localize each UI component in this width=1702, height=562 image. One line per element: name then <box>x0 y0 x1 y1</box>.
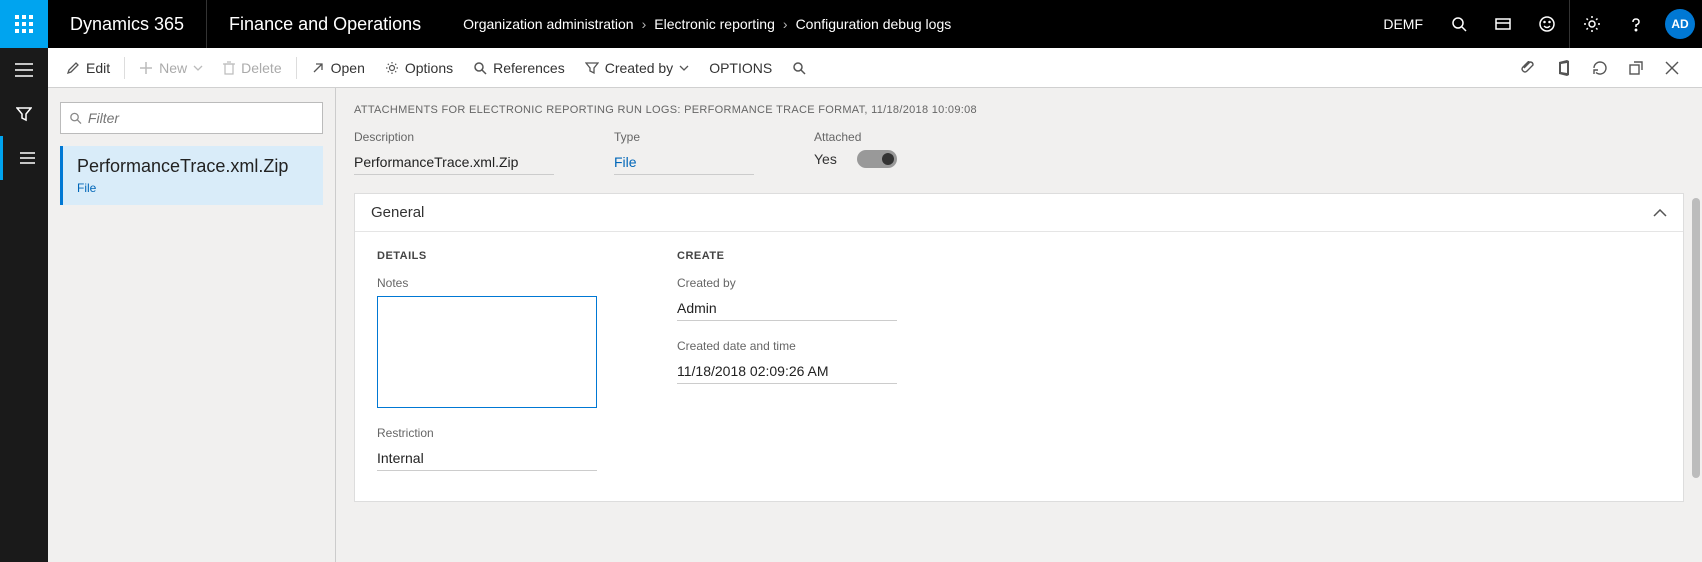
breadcrumb-item[interactable]: Organization administration <box>463 16 633 32</box>
options-label: Options <box>405 60 453 76</box>
created-dt-value: 11/18/2018 02:09:26 AM <box>677 359 897 384</box>
create-column: CREATE Created by Admin Created date and… <box>677 250 897 471</box>
hamburger-icon[interactable] <box>0 48 48 92</box>
help-icon[interactable] <box>1614 0 1658 48</box>
list-item-subtitle: File <box>77 181 309 195</box>
filter-pane-icon[interactable] <box>0 92 48 136</box>
general-card-header[interactable]: General <box>355 194 1683 232</box>
scrollbar[interactable] <box>1692 198 1700 478</box>
close-icon[interactable] <box>1656 52 1688 84</box>
create-section-title: CREATE <box>677 250 897 262</box>
search-icon[interactable] <box>1437 0 1481 48</box>
details-section-title: DETAILS <box>377 250 597 262</box>
side-panel: PerformanceTrace.xml.Zip File <box>48 88 336 562</box>
action-separator <box>124 57 125 79</box>
attached-label: Attached <box>814 130 897 144</box>
chevron-down-icon <box>679 65 689 71</box>
new-label: New <box>159 60 187 76</box>
open-button[interactable]: Open <box>301 48 375 88</box>
action-bar: Edit New Delete Open Options References … <box>48 48 1702 88</box>
task-recorder-icon[interactable] <box>1481 0 1525 48</box>
description-field: Description PerformanceTrace.xml.Zip <box>354 130 554 175</box>
restriction-label: Restriction <box>377 426 597 440</box>
toggle-knob <box>882 153 894 165</box>
delete-label: Delete <box>241 60 281 76</box>
list-pane-icon[interactable] <box>0 136 48 180</box>
company-picker[interactable]: DEMF <box>1369 0 1437 48</box>
user-avatar[interactable]: AD <box>1658 0 1702 48</box>
filter-box[interactable] <box>60 102 323 134</box>
attached-field: Attached Yes <box>814 130 897 175</box>
breadcrumb-sep: › <box>642 16 647 32</box>
refresh-icon[interactable] <box>1584 52 1616 84</box>
restriction-block: Restriction Internal <box>377 426 597 471</box>
type-field: Type File <box>614 130 754 175</box>
attachments-icon[interactable] <box>1512 52 1544 84</box>
header-fields: Description PerformanceTrace.xml.Zip Typ… <box>354 130 1684 175</box>
created-dt-label: Created date and time <box>677 339 897 353</box>
options-caps-label: OPTIONS <box>709 60 772 76</box>
action-separator <box>296 57 297 79</box>
gear-icon[interactable] <box>1570 0 1614 48</box>
find-button[interactable] <box>782 48 816 88</box>
references-label: References <box>493 60 565 76</box>
action-bar-right <box>1512 52 1694 84</box>
created-by-label: Created by <box>605 60 673 76</box>
breadcrumb: Organization administration › Electronic… <box>443 16 1369 32</box>
office-icon[interactable] <box>1548 52 1580 84</box>
references-button[interactable]: References <box>463 48 575 88</box>
module-name: Finance and Operations <box>207 14 443 35</box>
open-label: Open <box>331 60 365 76</box>
popout-icon[interactable] <box>1620 52 1652 84</box>
delete-button[interactable]: Delete <box>213 48 291 88</box>
avatar-initials: AD <box>1665 9 1695 39</box>
detail-panel: ATTACHMENTS FOR ELECTRONIC REPORTING RUN… <box>336 88 1702 562</box>
left-rail <box>0 48 48 562</box>
options-tab[interactable]: OPTIONS <box>699 48 782 88</box>
created-by-label: Created by <box>677 276 897 290</box>
general-title: General <box>371 204 424 221</box>
restriction-value[interactable]: Internal <box>377 446 597 471</box>
created-by-value: Admin <box>677 296 897 321</box>
search-icon <box>69 111 82 125</box>
attached-toggle-wrap: Yes <box>814 150 897 168</box>
breadcrumb-sep: › <box>783 16 788 32</box>
options-button[interactable]: Options <box>375 48 463 88</box>
edit-button[interactable]: Edit <box>56 48 120 88</box>
attached-toggle[interactable] <box>857 150 897 168</box>
chevron-up-icon <box>1653 209 1667 217</box>
new-button[interactable]: New <box>129 48 213 88</box>
main: PerformanceTrace.xml.Zip File ATTACHMENT… <box>48 88 1702 562</box>
type-value[interactable]: File <box>614 150 754 175</box>
app-launcher[interactable] <box>0 0 48 48</box>
list-item-title: PerformanceTrace.xml.Zip <box>77 156 309 177</box>
type-label: Type <box>614 130 754 144</box>
general-card: General DETAILS Notes Restriction Intern… <box>354 193 1684 502</box>
description-value[interactable]: PerformanceTrace.xml.Zip <box>354 150 554 175</box>
list-item[interactable]: PerformanceTrace.xml.Zip File <box>60 146 323 205</box>
context-heading: ATTACHMENTS FOR ELECTRONIC REPORTING RUN… <box>354 104 1684 116</box>
top-header: Dynamics 365 Finance and Operations Orga… <box>0 0 1702 48</box>
breadcrumb-item[interactable]: Configuration debug logs <box>796 16 952 32</box>
attached-value: Yes <box>814 151 837 167</box>
feedback-icon[interactable] <box>1525 0 1569 48</box>
details-column: DETAILS Notes Restriction Internal <box>377 250 597 471</box>
breadcrumb-item[interactable]: Electronic reporting <box>654 16 775 32</box>
filter-input[interactable] <box>88 110 314 126</box>
header-right: DEMF AD <box>1369 0 1702 48</box>
notes-label: Notes <box>377 276 597 290</box>
edit-label: Edit <box>86 60 110 76</box>
chevron-down-icon <box>193 65 203 71</box>
description-label: Description <box>354 130 554 144</box>
created-by-filter[interactable]: Created by <box>575 48 699 88</box>
brand: Dynamics 365 <box>48 14 206 35</box>
general-card-body: DETAILS Notes Restriction Internal CREAT… <box>355 232 1683 501</box>
notes-input[interactable] <box>377 296 597 408</box>
